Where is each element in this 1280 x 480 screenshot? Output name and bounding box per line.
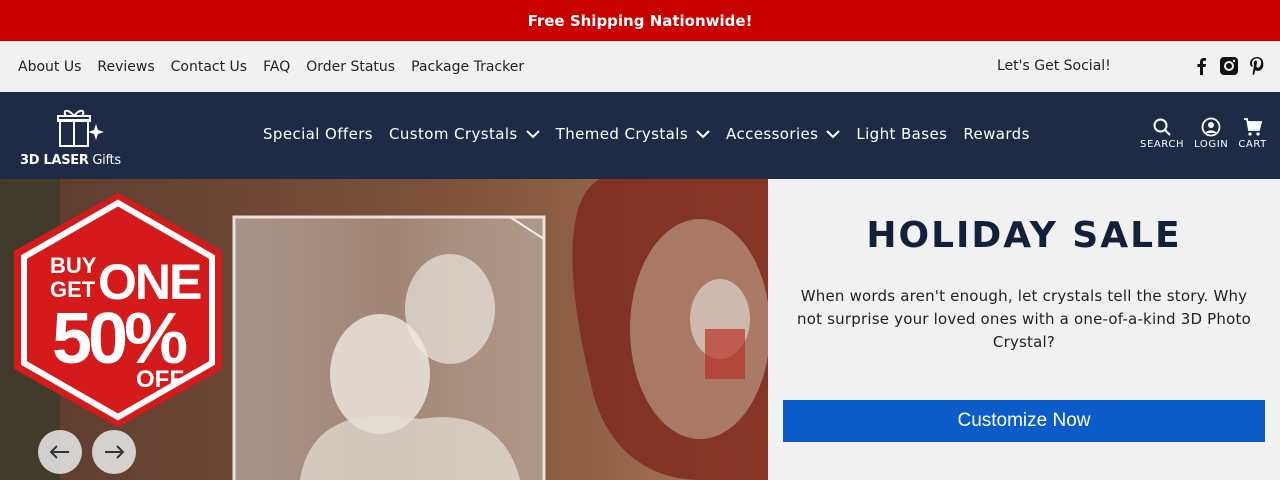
menu-accessories[interactable]: Accessories (726, 125, 841, 143)
menu-label: Special Offers (263, 125, 373, 143)
badge-off: OFF (136, 366, 184, 393)
cart-icon (1243, 118, 1262, 136)
chevron-down-icon (826, 130, 841, 139)
promo-badge: BUY GET ONE 50% OFF (14, 193, 222, 427)
site-logo[interactable]: 3D LASER Gifts (20, 104, 140, 168)
search-button[interactable]: SEARCH (1140, 117, 1184, 150)
facebook-icon[interactable] (1190, 55, 1212, 77)
social-icons (1190, 55, 1274, 77)
chevron-down-icon (525, 130, 540, 139)
cart-button[interactable]: CART (1238, 117, 1267, 150)
hero-description: When words aren't enough, let crystals t… (797, 287, 1251, 351)
about-us-link[interactable]: About Us (18, 59, 81, 75)
instagram-icon[interactable] (1218, 55, 1240, 77)
pinterest-icon[interactable] (1246, 55, 1268, 77)
reviews-link[interactable]: Reviews (97, 59, 154, 75)
slider-next-button[interactable] (92, 430, 136, 474)
promo-text: Free Shipping Nationwide! (527, 11, 753, 30)
arrow-left-icon (50, 445, 69, 459)
contact-us-link[interactable]: Contact Us (171, 59, 247, 75)
hero-panel: HOLIDAY SALE When words aren't enough, l… (768, 179, 1280, 480)
slider-prev-button[interactable] (38, 430, 82, 474)
user-icon (1201, 117, 1221, 137)
menu-themed-crystals[interactable]: Themed Crystals (556, 125, 710, 143)
cart-label: CART (1238, 139, 1267, 150)
menu-label: Accessories (726, 125, 819, 143)
menu-label: Custom Crystals (389, 125, 518, 143)
utility-bar: About Us Reviews Contact Us FAQ Order St… (0, 41, 1280, 92)
hero-title: HOLIDAY SALE (866, 215, 1182, 256)
primary-menu: Special Offers Custom Crystals Themed Cr… (263, 125, 1046, 143)
chevron-down-icon (696, 130, 710, 139)
login-label: LOGIN (1194, 139, 1229, 150)
menu-custom-crystals[interactable]: Custom Crystals (389, 125, 540, 143)
faq-link[interactable]: FAQ (263, 59, 290, 75)
badge-buy: BUY (50, 253, 97, 278)
menu-label: Themed Crystals (555, 125, 689, 143)
main-nav: 3D LASER Gifts Special Offers Custom Cry… (0, 92, 1280, 179)
menu-rewards[interactable]: Rewards (963, 125, 1029, 143)
logo-suffix: Gifts (92, 153, 121, 168)
package-tracker-link[interactable]: Package Tracker (411, 59, 524, 75)
logo-brand: 3D LASER (20, 153, 89, 168)
gift-box-icon (57, 109, 104, 147)
search-label: SEARCH (1140, 139, 1185, 150)
menu-special-offers[interactable]: Special Offers (263, 125, 373, 143)
social-label: Let's Get Social! (997, 58, 1111, 74)
logo-text: 3D LASER Gifts (20, 153, 121, 168)
menu-light-bases[interactable]: Light Bases (856, 125, 947, 143)
login-button[interactable]: LOGIN (1194, 117, 1228, 150)
promo-bar: Free Shipping Nationwide! (0, 0, 1280, 41)
utility-links: About Us Reviews Contact Us FAQ Order St… (18, 59, 540, 75)
arrow-right-icon (105, 445, 124, 459)
customize-now-button[interactable]: Customize Now (783, 400, 1265, 442)
menu-label: Rewards (963, 125, 1030, 143)
menu-label: Light Bases (856, 125, 948, 143)
header-actions: SEARCH LOGIN CART (1140, 117, 1277, 150)
order-status-link[interactable]: Order Status (306, 59, 395, 75)
search-icon (1153, 118, 1171, 136)
